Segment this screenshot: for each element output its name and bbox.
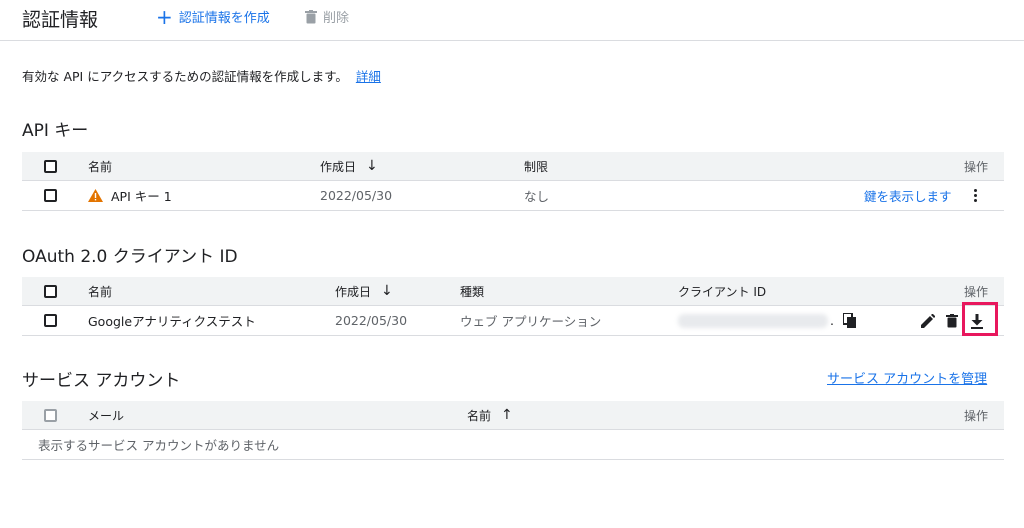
more-vert-icon[interactable] [970,189,980,202]
column-restriction: 制限 [524,159,549,174]
create-credentials-button[interactable]: + 認証情報を作成 [156,4,270,29]
oauth-table: 名前 作成日 ↓ 種類 クライアント ID 操作 Googleアナリティクステス… [22,277,1004,337]
learn-more-link[interactable]: 詳細 [356,66,381,85]
column-client-id: クライアント ID [678,284,767,299]
manage-service-accounts-link[interactable]: サービス アカウントを管理 [827,368,987,387]
sort-arrow-icon: ↓ [366,158,378,174]
intro-text: 有効な API にアクセスするための認証情報を作成します。 詳細 [22,66,381,85]
empty-message: 表示するサービス アカウントがありません [38,438,280,453]
service-accounts-title: サービス アカウント [22,371,181,391]
page-title: 認証情報 [22,9,99,31]
trash-icon [305,9,317,23]
column-email: メール [88,408,125,423]
empty-row: 表示するサービス アカウントがありません [22,430,1004,460]
sort-arrow-icon: ↑ [501,407,513,423]
oauth-title: OAuth 2.0 クライアント ID [22,247,238,267]
select-all-checkbox[interactable] [44,284,57,298]
sort-arrow-icon: ↓ [381,283,393,299]
oauth-client-name[interactable]: Googleアナリティクステスト [88,306,256,335]
table-row: API キー 1 2022/05/30 なし 鍵を表示します [22,181,1004,211]
api-keys-header: 名前 作成日 ↓ 制限 操作 [22,152,1004,181]
select-all-checkbox[interactable] [44,159,57,173]
column-created[interactable]: 作成日 ↓ [335,277,393,305]
warning-icon [88,189,103,202]
api-key-created: 2022/05/30 [320,188,393,203]
column-actions: 操作 [964,284,989,299]
copy-icon[interactable] [840,311,860,331]
oauth-type: ウェブ アプリケーション [460,314,602,329]
row-checkbox[interactable] [44,189,57,202]
column-created[interactable]: 作成日 ↓ [320,152,378,180]
download-highlight-box [962,302,998,336]
api-key-name[interactable]: API キー 1 [111,186,172,205]
api-keys-title: API キー [22,121,89,141]
delete-label: 削除 [323,11,350,26]
column-actions: 操作 [964,408,989,423]
edit-icon[interactable] [918,311,938,331]
create-credentials-label: 認証情報を作成 [178,11,270,26]
intro-description: 有効な API にアクセスするための認証情報を作成します。 [22,69,348,84]
oauth-created: 2022/05/30 [335,313,408,328]
api-keys-table: 名前 作成日 ↓ 制限 操作 API キー 1 2022/05/30 なし 鍵を… [22,152,1004,212]
service-accounts-header: メール 名前 ↑ 操作 [22,401,1004,430]
column-actions: 操作 [964,159,989,174]
delete-button[interactable]: 削除 [305,7,349,26]
client-id-redacted [678,313,828,328]
column-name: 名前 [88,159,113,174]
trash-icon[interactable] [942,311,962,331]
select-all-checkbox[interactable] [44,408,57,422]
service-accounts-table: メール 名前 ↑ 操作 表示するサービス アカウントがありません [22,401,1004,461]
column-type: 種類 [460,284,485,299]
table-row: Googleアナリティクステスト 2022/05/30 ウェブ アプリケーション… [22,302,1004,336]
client-id-suffix: . [830,313,834,328]
api-key-restriction: なし [524,189,550,204]
column-name: 名前 [88,284,113,299]
top-bar [0,0,1024,41]
column-name[interactable]: 名前 ↑ [467,401,513,429]
plus-icon: + [156,4,173,29]
row-checkbox[interactable] [44,314,57,327]
oauth-header: 名前 作成日 ↓ 種類 クライアント ID 操作 [22,277,1004,306]
show-key-link[interactable]: 鍵を表示します [864,181,952,210]
